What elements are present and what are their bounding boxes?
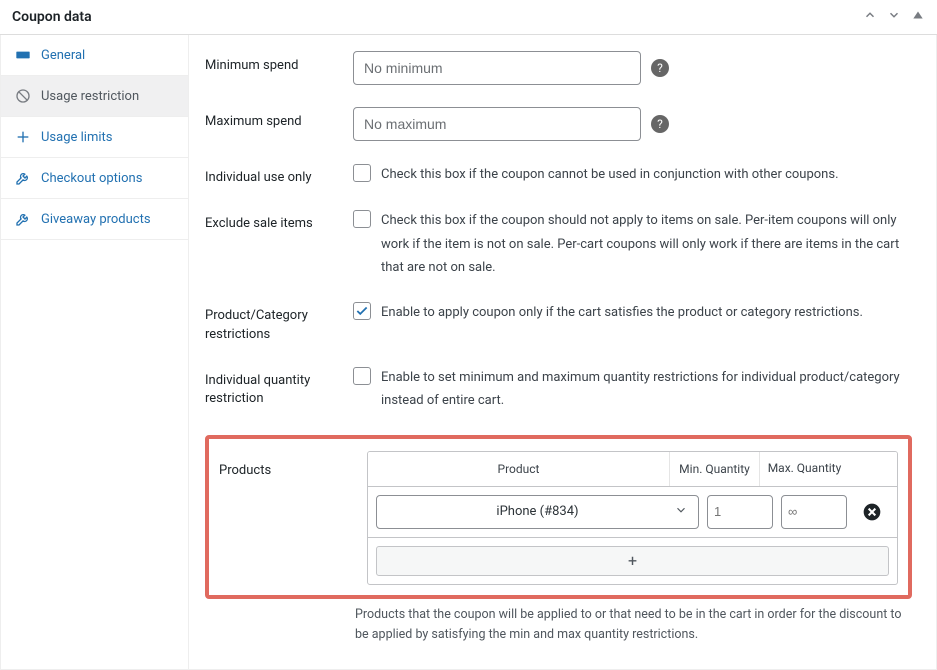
help-icon[interactable]: ? bbox=[651, 59, 669, 77]
panel-header: Coupon data bbox=[0, 0, 937, 35]
add-row-container: + bbox=[368, 538, 897, 584]
sidebar-item-giveaway-products[interactable]: Giveaway products bbox=[1, 199, 188, 240]
field-individual-quantity-restriction: Individual quantity restriction Enable t… bbox=[205, 366, 912, 413]
move-down-icon[interactable] bbox=[887, 8, 901, 26]
panel-controls bbox=[863, 8, 925, 26]
move-up-icon[interactable] bbox=[863, 8, 877, 26]
sliders-icon bbox=[15, 129, 31, 145]
field-minimum-spend: Minimum spend ? bbox=[205, 51, 912, 85]
sidebar-item-usage-restriction[interactable]: Usage restriction bbox=[1, 76, 188, 117]
products-table: Product Min. Quantity Max. Quantity iPho… bbox=[367, 451, 898, 585]
maximum-spend-label: Maximum spend bbox=[205, 107, 353, 131]
minimum-spend-label: Minimum spend bbox=[205, 51, 353, 75]
sidebar-item-label: Usage restriction bbox=[41, 89, 139, 104]
sidebar-item-general[interactable]: General bbox=[1, 35, 188, 76]
pc-restrictions-label: Product/Category restrictions bbox=[205, 301, 353, 343]
wrench-icon bbox=[15, 211, 31, 227]
ban-icon bbox=[15, 88, 31, 104]
add-product-button[interactable]: + bbox=[376, 546, 889, 576]
sidebar: General Usage restriction Usage limits C… bbox=[1, 35, 189, 669]
sidebar-item-label: Checkout options bbox=[41, 171, 142, 186]
header-max-quantity: Max. Quantity bbox=[759, 452, 849, 486]
sidebar-item-label: General bbox=[41, 48, 85, 63]
field-product-category-restrictions: Product/Category restrictions Enable to … bbox=[205, 301, 912, 343]
exclude-sale-label: Exclude sale items bbox=[205, 209, 353, 233]
header-min-quantity: Min. Quantity bbox=[669, 452, 759, 486]
sidebar-item-label: Usage limits bbox=[41, 130, 112, 145]
indiv-qty-description: Enable to set minimum and maximum quanti… bbox=[381, 366, 912, 413]
products-helper-text: Products that the coupon will be applied… bbox=[353, 605, 912, 645]
collapse-icon[interactable] bbox=[911, 8, 925, 26]
minimum-spend-input[interactable] bbox=[353, 51, 641, 85]
min-quantity-input[interactable] bbox=[707, 495, 773, 529]
max-quantity-input[interactable] bbox=[781, 495, 847, 529]
wrench-icon bbox=[15, 170, 31, 186]
sidebar-item-usage-limits[interactable]: Usage limits bbox=[1, 117, 188, 158]
pc-restrictions-checkbox[interactable] bbox=[353, 302, 371, 320]
indiv-qty-label: Individual quantity restriction bbox=[205, 366, 353, 408]
help-icon[interactable]: ? bbox=[651, 115, 669, 133]
maximum-spend-input[interactable] bbox=[353, 107, 641, 141]
chevron-down-icon bbox=[674, 503, 688, 521]
exclude-sale-checkbox[interactable] bbox=[353, 210, 371, 228]
header-product: Product bbox=[368, 452, 669, 486]
plus-icon: + bbox=[628, 551, 637, 570]
exclude-sale-description: Check this box if the coupon should not … bbox=[381, 209, 912, 279]
products-table-header: Product Min. Quantity Max. Quantity bbox=[368, 452, 897, 487]
sidebar-item-label: Giveaway products bbox=[41, 212, 151, 227]
product-select-value: iPhone (#834) bbox=[496, 504, 578, 519]
individual-use-label: Individual use only bbox=[205, 163, 353, 187]
field-exclude-sale: Exclude sale items Check this box if the… bbox=[205, 209, 912, 279]
content-area: Minimum spend ? Maximum spend ? Individu… bbox=[189, 35, 936, 669]
products-label: Products bbox=[219, 451, 367, 478]
coupon-data-container: General Usage restriction Usage limits C… bbox=[0, 35, 937, 670]
panel-title: Coupon data bbox=[12, 9, 92, 25]
field-maximum-spend: Maximum spend ? bbox=[205, 107, 912, 141]
pc-restrictions-description: Enable to apply coupon only if the cart … bbox=[381, 301, 863, 324]
products-callout: Products Product Min. Quantity Max. Quan… bbox=[205, 435, 912, 599]
product-select[interactable]: iPhone (#834) bbox=[376, 495, 699, 529]
ticket-icon bbox=[15, 47, 31, 63]
individual-use-checkbox[interactable] bbox=[353, 164, 371, 182]
indiv-qty-checkbox[interactable] bbox=[353, 367, 371, 385]
remove-row-button[interactable] bbox=[861, 501, 883, 523]
sidebar-item-checkout-options[interactable]: Checkout options bbox=[1, 158, 188, 199]
individual-use-description: Check this box if the coupon cannot be u… bbox=[381, 163, 839, 186]
products-table-row: iPhone (#834) bbox=[368, 487, 897, 538]
field-individual-use: Individual use only Check this box if th… bbox=[205, 163, 912, 187]
